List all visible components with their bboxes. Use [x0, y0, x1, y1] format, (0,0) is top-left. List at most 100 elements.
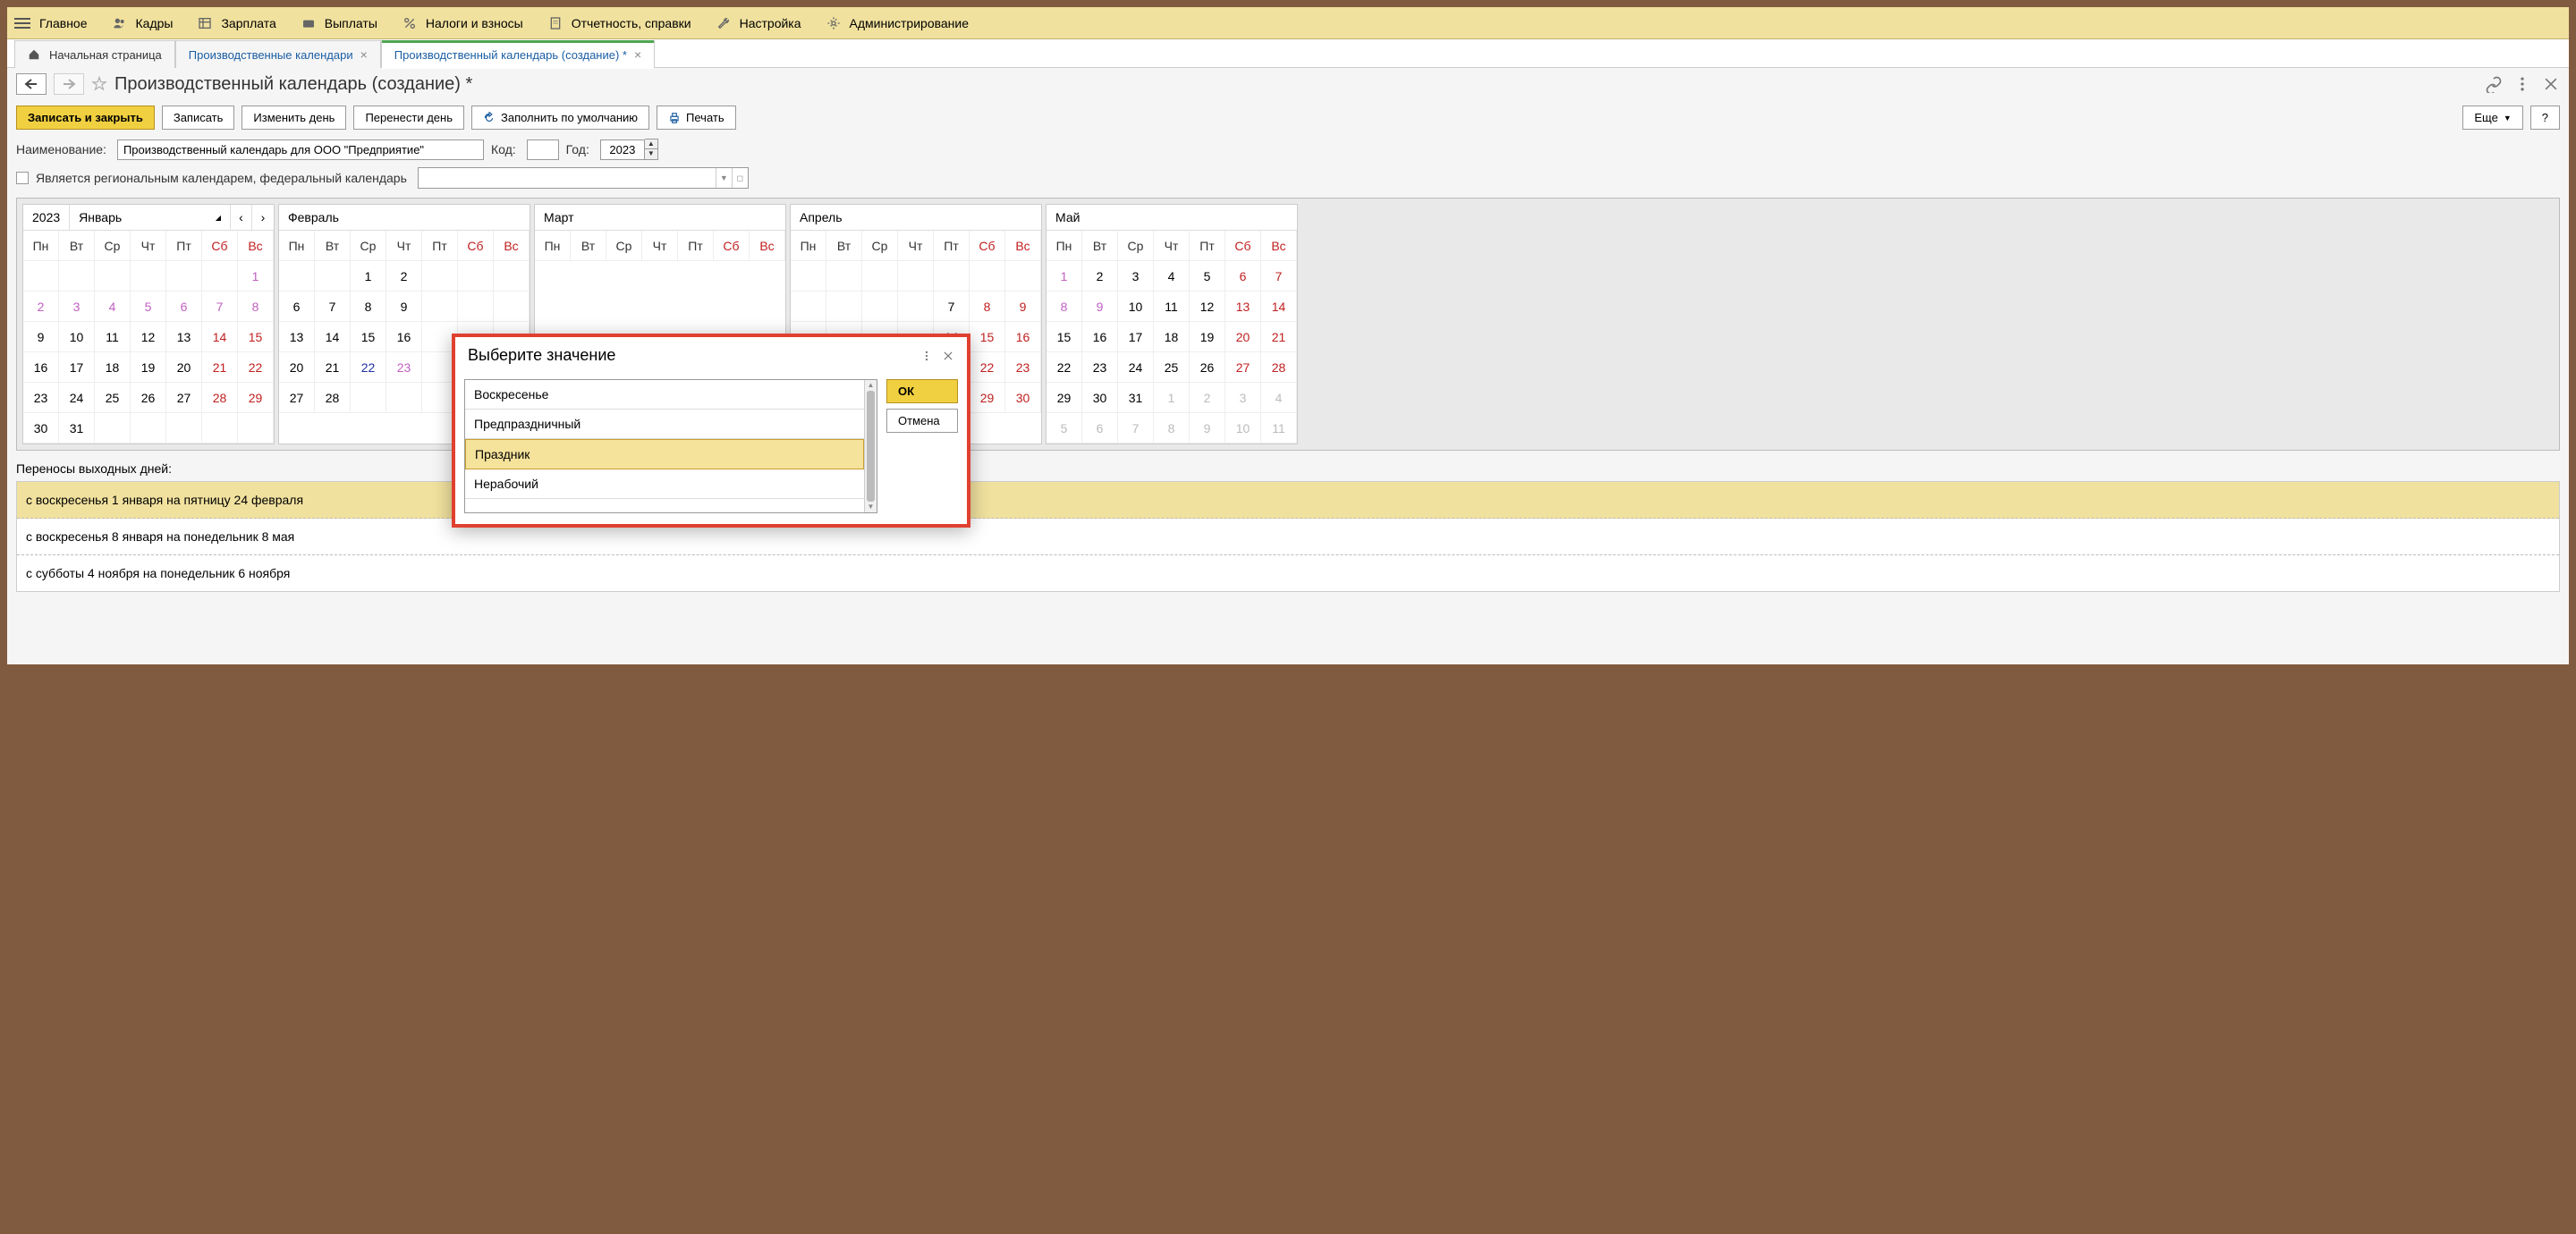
day-cell[interactable]: 17 — [59, 352, 95, 383]
day-cell[interactable]: 30 — [23, 413, 59, 444]
help-button[interactable]: ? — [2530, 106, 2560, 130]
day-cell[interactable]: 2 — [23, 292, 59, 322]
day-cell[interactable]: 23 — [23, 383, 59, 413]
day-cell[interactable]: 14 — [1261, 292, 1297, 322]
day-cell[interactable]: 6 — [1225, 261, 1261, 292]
ok-button[interactable]: ОК — [886, 379, 958, 403]
next-month[interactable]: › — [252, 205, 274, 230]
day-cell[interactable]: 13 — [1225, 292, 1261, 322]
value-listbox[interactable]: ВоскресеньеПредпраздничныйПраздникНерабо… — [464, 379, 877, 513]
close-icon[interactable] — [942, 350, 954, 362]
day-cell[interactable]: 16 — [1082, 322, 1118, 352]
back-button[interactable] — [16, 73, 47, 95]
day-cell[interactable]: 12 — [131, 322, 166, 352]
day-cell[interactable]: 27 — [1225, 352, 1261, 383]
day-cell[interactable]: 1 — [1154, 383, 1190, 413]
day-cell[interactable]: 15 — [238, 322, 274, 352]
cancel-button[interactable]: Отмена — [886, 409, 958, 433]
day-cell[interactable]: 21 — [202, 352, 238, 383]
day-cell[interactable]: 31 — [59, 413, 95, 444]
year-input[interactable] — [600, 139, 645, 160]
open-icon[interactable]: ◻ — [732, 168, 748, 188]
day-cell[interactable]: 1 — [238, 261, 274, 292]
day-cell[interactable]: 29 — [238, 383, 274, 413]
scrollbar-down-icon[interactable]: ▼ — [865, 502, 877, 512]
day-cell[interactable]: 30 — [1082, 383, 1118, 413]
day-cell[interactable]: 22 — [970, 352, 1005, 383]
day-cell[interactable]: 2 — [1190, 383, 1225, 413]
day-cell[interactable]: 6 — [279, 292, 315, 322]
day-cell[interactable]: 22 — [238, 352, 274, 383]
day-cell[interactable]: 30 — [1005, 383, 1041, 413]
day-cell[interactable]: 9 — [1190, 413, 1225, 444]
regional-checkbox[interactable] — [16, 172, 29, 184]
tab-calendar-create[interactable]: Производственный календарь (создание) * … — [381, 40, 655, 68]
day-cell[interactable]: 19 — [1190, 322, 1225, 352]
day-cell[interactable]: 15 — [351, 322, 386, 352]
day-cell[interactable]: 26 — [131, 383, 166, 413]
tab-home[interactable]: Начальная страница — [14, 40, 175, 68]
code-input[interactable] — [527, 139, 559, 160]
day-cell[interactable]: 8 — [970, 292, 1005, 322]
day-cell[interactable]: 20 — [1225, 322, 1261, 352]
list-item[interactable]: Воскресенье — [465, 380, 864, 410]
menu-personnel[interactable]: Кадры — [113, 16, 174, 30]
federal-combo[interactable]: ▼ ◻ — [418, 167, 749, 189]
day-cell[interactable]: 7 — [934, 292, 970, 322]
prev-month[interactable]: ‹ — [231, 205, 252, 230]
day-cell[interactable]: 10 — [59, 322, 95, 352]
more-button[interactable]: Еще ▼ — [2462, 106, 2522, 130]
year-cell[interactable]: 2023 — [23, 205, 70, 230]
transfer-item[interactable]: с воскресенья 8 января на понедельник 8 … — [17, 519, 2559, 555]
day-cell[interactable]: 20 — [279, 352, 315, 383]
day-cell[interactable]: 29 — [1046, 383, 1082, 413]
day-cell[interactable]: 22 — [1046, 352, 1082, 383]
more-icon[interactable] — [2513, 75, 2531, 93]
spinner-up[interactable]: ▲ — [645, 139, 657, 149]
day-cell[interactable]: 14 — [202, 322, 238, 352]
save-button[interactable]: Записать — [162, 106, 235, 130]
day-cell[interactable]: 23 — [1082, 352, 1118, 383]
day-cell[interactable]: 3 — [59, 292, 95, 322]
day-cell[interactable]: 3 — [1225, 383, 1261, 413]
transfer-item[interactable]: с субботы 4 ноября на понедельник 6 нояб… — [17, 555, 2559, 591]
day-cell[interactable]: 22 — [351, 352, 386, 383]
day-cell[interactable]: 5 — [1190, 261, 1225, 292]
day-cell[interactable]: 23 — [386, 352, 422, 383]
day-cell[interactable]: 2 — [1082, 261, 1118, 292]
menu-taxes[interactable]: Налоги и взносы — [402, 16, 523, 30]
day-cell[interactable]: 15 — [970, 322, 1005, 352]
day-cell[interactable]: 7 — [1261, 261, 1297, 292]
list-item[interactable]: Нерабочий — [465, 469, 864, 499]
menu-admin[interactable]: Администрирование — [826, 16, 970, 30]
day-cell[interactable]: 4 — [1261, 383, 1297, 413]
day-cell[interactable]: 24 — [1118, 352, 1154, 383]
list-item[interactable]: Предпраздничный — [465, 410, 864, 439]
day-cell[interactable]: 10 — [1118, 292, 1154, 322]
day-cell[interactable]: 5 — [1046, 413, 1082, 444]
day-cell[interactable]: 10 — [1225, 413, 1261, 444]
day-cell[interactable]: 27 — [166, 383, 202, 413]
day-cell[interactable]: 6 — [166, 292, 202, 322]
day-cell[interactable]: 25 — [1154, 352, 1190, 383]
day-cell[interactable]: 5 — [131, 292, 166, 322]
move-day-button[interactable]: Перенести день — [353, 106, 464, 130]
day-cell[interactable]: 26 — [1190, 352, 1225, 383]
day-cell[interactable]: 3 — [1118, 261, 1154, 292]
transfer-item[interactable]: с воскресенья 1 января на пятницу 24 фев… — [17, 482, 2559, 519]
day-cell[interactable]: 4 — [95, 292, 131, 322]
favorite-icon[interactable] — [91, 76, 107, 92]
day-cell[interactable]: 19 — [131, 352, 166, 383]
more-icon[interactable] — [920, 350, 933, 362]
day-cell[interactable]: 29 — [970, 383, 1005, 413]
link-icon[interactable] — [2485, 75, 2503, 93]
day-cell[interactable]: 1 — [351, 261, 386, 292]
day-cell[interactable]: 8 — [1046, 292, 1082, 322]
fill-default-button[interactable]: Заполнить по умолчанию — [471, 106, 649, 130]
day-cell[interactable]: 2 — [386, 261, 422, 292]
day-cell[interactable]: 15 — [1046, 322, 1082, 352]
tab-calendars-list[interactable]: Производственные календари × — [175, 40, 381, 68]
day-cell[interactable]: 7 — [202, 292, 238, 322]
name-input[interactable] — [117, 139, 484, 160]
day-cell[interactable]: 11 — [1261, 413, 1297, 444]
